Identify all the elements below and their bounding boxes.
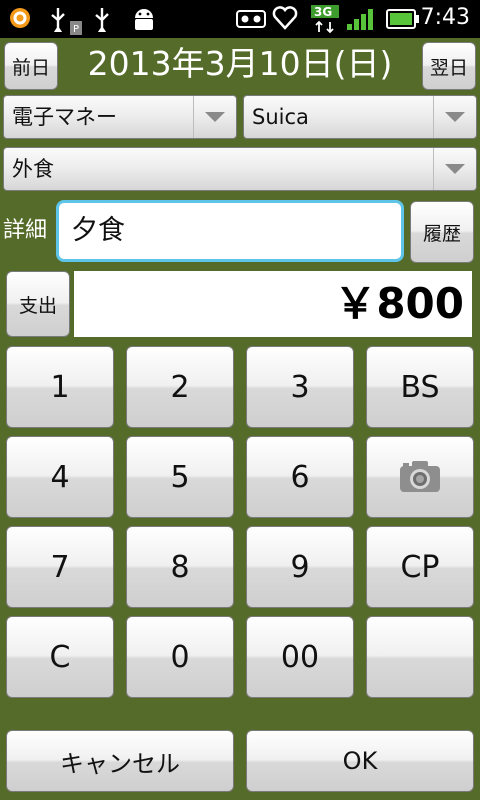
camera-icon xyxy=(400,461,440,492)
date-title[interactable]: 2013年3月10日(日) xyxy=(70,40,410,90)
key-9[interactable]: 9 xyxy=(246,526,354,608)
usb-icon xyxy=(48,6,68,36)
prev-day-button[interactable]: 前日 xyxy=(4,42,58,90)
key-0[interactable]: 0 xyxy=(126,616,234,698)
key-5[interactable]: 5 xyxy=(126,436,234,518)
category-value: 外食 xyxy=(12,157,54,181)
heart-icon xyxy=(272,4,298,36)
clock: 7:43 xyxy=(420,5,470,30)
cancel-button[interactable]: キャンセル xyxy=(6,730,234,792)
chevron-down-icon xyxy=(433,96,476,138)
chevron-down-icon xyxy=(433,148,476,190)
payment-card-select[interactable]: Suica xyxy=(243,95,477,139)
key-00[interactable]: 00 xyxy=(246,616,354,698)
key-7[interactable]: 7 xyxy=(6,526,114,608)
key-2[interactable]: 2 xyxy=(126,346,234,428)
payment-method-value: 電子マネー xyxy=(12,105,117,129)
blank-key[interactable] xyxy=(366,616,474,698)
key-8[interactable]: 8 xyxy=(126,526,234,608)
svg-text:P: P xyxy=(73,24,79,35)
category-select[interactable]: 外食 xyxy=(3,147,477,191)
status-bar: P 3G 7:43 xyxy=(0,0,480,38)
ok-button[interactable]: OK xyxy=(246,730,474,792)
key-4[interactable]: 4 xyxy=(6,436,114,518)
payment-method-select[interactable]: 電子マネー xyxy=(3,95,237,139)
chevron-down-icon xyxy=(193,96,236,138)
signal-icon xyxy=(346,8,376,34)
backspace-key[interactable]: BS xyxy=(366,346,474,428)
camera-button[interactable] xyxy=(366,436,474,518)
payment-card-value: Suica xyxy=(252,105,309,129)
next-day-button[interactable]: 翌日 xyxy=(422,42,476,90)
android-icon xyxy=(130,6,158,36)
history-button[interactable]: 履歴 xyxy=(410,201,474,263)
detail-input[interactable]: 夕食 xyxy=(56,200,404,262)
key-1[interactable]: 1 xyxy=(6,346,114,428)
p-badge-icon: P xyxy=(70,20,82,39)
key-3[interactable]: 3 xyxy=(246,346,354,428)
expense-type-button[interactable]: 支出 xyxy=(6,271,70,337)
network-type-label: 3G xyxy=(314,5,332,19)
battery-icon xyxy=(386,9,420,33)
key-6[interactable]: 6 xyxy=(246,436,354,518)
amount-display: ￥800 xyxy=(74,271,472,337)
copy-key[interactable]: CP xyxy=(366,526,474,608)
3g-icon: 3G xyxy=(310,4,340,38)
voicemail-icon xyxy=(236,10,266,32)
notification-app-icon xyxy=(8,6,32,34)
detail-label: 詳細 xyxy=(3,218,48,243)
clear-key[interactable]: C xyxy=(6,616,114,698)
usb-debug-icon xyxy=(92,6,112,36)
